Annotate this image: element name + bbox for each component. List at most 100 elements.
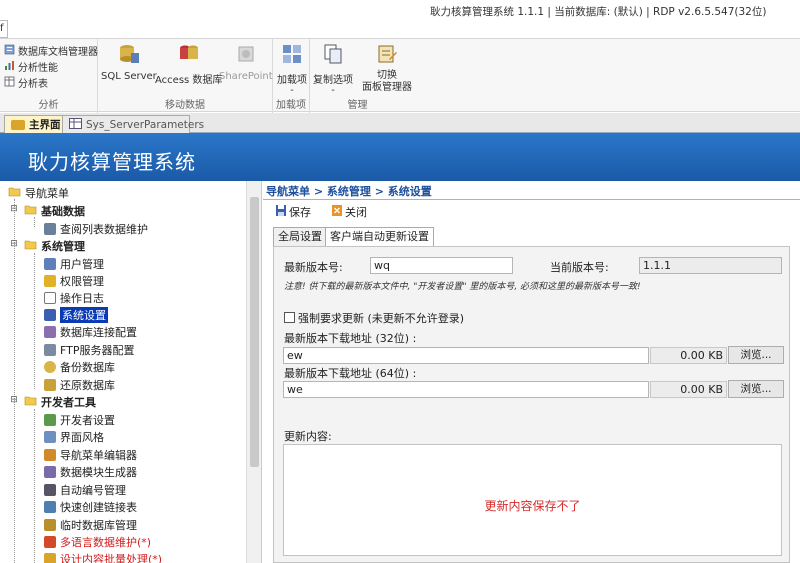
tab-main[interactable]: 主界面 (4, 115, 68, 133)
nav-item-auto-number[interactable]: 自动编号管理 (44, 481, 126, 498)
db-documenter-button[interactable]: 数据库文档管理器 (4, 43, 98, 58)
nav-item-label: 数据库连接配置 (60, 325, 137, 339)
update-content-textarea[interactable]: 更新内容保存不了 (283, 444, 782, 556)
nav-item-developer-settings[interactable]: 开发者设置 (44, 411, 115, 428)
analyze-performance-label: 分析性能 (18, 63, 58, 74)
url64-browse-button[interactable]: 浏览... (728, 380, 784, 398)
copy-options-icon (322, 43, 344, 65)
numbered-list-icon (44, 483, 56, 496)
sql-server-label: SQL Server (101, 71, 157, 82)
addins-dropdown-mark: - (290, 85, 294, 96)
nav-root[interactable]: 导航菜单 (8, 184, 69, 201)
switchboard-icon (376, 43, 398, 65)
nav-item-system-settings[interactable]: 系统设置 (44, 306, 108, 323)
nav-item-temp-db[interactable]: 临时数据库管理 (44, 516, 137, 533)
nav-item-multilanguage[interactable]: 多语言数据维护(*) (44, 533, 151, 550)
sql-server-button[interactable]: SQL Server (101, 43, 157, 82)
document-icon (44, 291, 56, 304)
collapse-icon[interactable]: ⊟ (9, 239, 19, 249)
ribbon: 数据库文档管理器 分析性能 分析表 分析 SQL Server Access 数… (0, 38, 800, 113)
force-update-checkbox[interactable] (284, 312, 295, 323)
nav-category-basic-data[interactable]: 基础数据 (24, 202, 85, 219)
analyze-table-button[interactable]: 分析表 (4, 75, 48, 90)
tree-line (34, 409, 35, 563)
url64-input[interactable]: we (283, 381, 649, 398)
wrench-icon (44, 413, 56, 426)
documenter-icon (4, 44, 15, 58)
force-update-label: 强制要求更新 (未更新不允许登录) (298, 312, 465, 325)
switch-label-line2: 面板管理器 (362, 82, 412, 93)
nav-item-ftp-config[interactable]: FTP服务器配置 (44, 341, 135, 358)
nav-category-system-management[interactable]: 系统管理 (24, 237, 85, 254)
nav-item-label: 备份数据库 (60, 360, 115, 374)
backup-icon (44, 360, 56, 373)
nav-item-label: 临时数据库管理 (60, 518, 137, 532)
auto-update-panel: 最新版本号: wq 当前版本号: 1.1.1 注意! 供下载的最新版本文件中, … (273, 246, 790, 563)
ribbon-group-addins: 加载项 - 加载项 (273, 39, 310, 113)
access-db-icon (178, 43, 200, 65)
tab-client-auto-update[interactable]: 客户端自动更新设置 (325, 227, 434, 247)
nav-item-nav-menu-editor[interactable]: 导航菜单编辑器 (44, 446, 137, 463)
folder-open-icon (8, 186, 21, 200)
nav-item-ui-style[interactable]: 界面风格 (44, 428, 104, 445)
collapse-icon[interactable]: ⊟ (9, 204, 19, 214)
nav-item-permission-management[interactable]: 权限管理 (44, 272, 104, 289)
nav-item-batch-design[interactable]: 设计内容批量处理(*) (44, 550, 162, 563)
nav-category-label: 开发者工具 (41, 395, 96, 409)
navigation-tree: 导航菜单 ⊟ 基础数据 查阅列表数据维护 ⊟ 系统管理 用户管理 权限管理 操作… (0, 181, 262, 563)
latest-version-label: 最新版本号: (284, 261, 343, 274)
sharepoint-button[interactable]: SharePoint (219, 43, 273, 82)
switchboard-manager-button[interactable]: 切换 面板管理器 (362, 43, 412, 93)
nav-item-module-generator[interactable]: 数据模块生成器 (44, 463, 137, 480)
tree-line (14, 199, 15, 563)
app-title: 耿力核算管理系统 (28, 150, 196, 174)
nav-item-label: 快速创建链接表 (60, 500, 137, 514)
ribbon-group-analyze: 数据库文档管理器 分析性能 分析表 分析 (0, 39, 98, 113)
language-icon (44, 535, 56, 548)
scrollbar-thumb[interactable] (250, 197, 259, 467)
nav-item-restore-db[interactable]: 还原数据库 (44, 376, 115, 393)
nav-item-label: 多语言数据维护(*) (60, 535, 152, 549)
nav-item-quick-link-table[interactable]: 快速创建链接表 (44, 498, 137, 515)
save-button[interactable]: 保存 (275, 204, 311, 220)
db-documenter-label: 数据库文档管理器 (18, 47, 98, 58)
sharepoint-label: SharePoint (219, 71, 273, 82)
url32-input[interactable]: ew (283, 347, 649, 364)
group-name-addins: 加载项 (276, 100, 306, 111)
edit-icon (44, 448, 56, 461)
nav-item-label: 用户管理 (60, 257, 104, 271)
tab-sys-server-parameters[interactable]: Sys_ServerParameters (62, 115, 204, 133)
link-icon (44, 500, 56, 513)
copy-options-button[interactable]: 复制选项 - (313, 43, 353, 96)
nav-root-label: 导航菜单 (25, 186, 69, 200)
main-content: 导航菜单 > 系统管理 > 系统设置 保存 关闭 全局设置 客户端自动更新设置 … (263, 181, 800, 563)
analyze-performance-button[interactable]: 分析性能 (4, 59, 58, 74)
nav-category-developer-tools[interactable]: 开发者工具 (24, 393, 96, 410)
tab-sys-server-parameters-label: Sys_ServerParameters (86, 118, 205, 131)
nav-scrollbar[interactable] (246, 181, 261, 563)
nav-item-label: 开发者设置 (60, 413, 115, 427)
url64-size: 0.00 KB (650, 381, 727, 398)
tab-global-settings[interactable]: 全局设置 (273, 227, 327, 246)
document-tabs: 主界面 Sys_ServerParameters (0, 113, 800, 133)
nav-item-db-connection[interactable]: 数据库连接配置 (44, 323, 137, 340)
latest-version-input[interactable]: wq (370, 257, 513, 274)
close-button[interactable]: 关闭 (331, 204, 367, 220)
collapse-icon[interactable]: ⊟ (9, 395, 19, 405)
nav-item-lookup-maintenance[interactable]: 查阅列表数据维护 (44, 220, 148, 237)
addins-icon (281, 43, 303, 65)
ribbon-group-manage: 复制选项 - 切换 面板管理器 管理 (310, 39, 412, 113)
switch-label-line1: 切换 (377, 70, 397, 81)
close-label: 关闭 (345, 206, 367, 219)
nav-item-operation-log[interactable]: 操作日志 (44, 289, 104, 306)
nav-item-label: 自动编号管理 (60, 483, 126, 497)
access-db-button[interactable]: Access 数据库 (155, 43, 222, 86)
performance-icon (4, 60, 15, 74)
url32-browse-button[interactable]: 浏览... (728, 346, 784, 364)
addins-button[interactable]: 加载项 - (277, 43, 307, 96)
update-content-label: 更新内容: (284, 430, 332, 443)
nav-item-user-management[interactable]: 用户管理 (44, 255, 104, 272)
nav-item-backup-db[interactable]: 备份数据库 (44, 358, 115, 375)
group-name-move-data: 移动数据 (165, 100, 205, 111)
file-tab[interactable]: f (0, 20, 8, 38)
